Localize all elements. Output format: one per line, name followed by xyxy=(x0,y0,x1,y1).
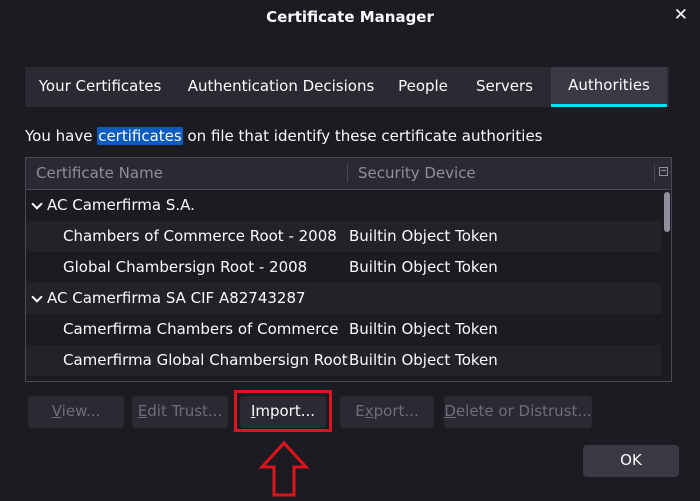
tree-row[interactable]: Chambers of Commerce Root - 2008 Builtin… xyxy=(26,221,661,252)
tree-row-group[interactable]: AC Camerfirma SA CIF A82743287 xyxy=(26,283,661,314)
column-divider xyxy=(654,164,655,182)
column-header-certificate-name[interactable]: Certificate Name xyxy=(36,164,163,182)
delete-or-distrust-button[interactable]: Delete or Distrust... xyxy=(444,396,592,428)
tab-servers[interactable]: Servers xyxy=(459,67,550,105)
export-accesskey: x xyxy=(364,402,374,420)
title-bar: Certificate Manager ✕ xyxy=(0,0,700,34)
description-highlight: certificates xyxy=(97,127,183,145)
view-accesskey: V xyxy=(51,402,62,420)
annotation-up-arrow-icon xyxy=(259,440,309,497)
certificate-name: Global Chambersign Root - 2008 xyxy=(63,258,308,276)
export-button[interactable]: Export... xyxy=(340,396,434,428)
column-picker-icon[interactable] xyxy=(659,167,668,176)
description-text: You have certificates on file that ident… xyxy=(25,127,543,145)
column-divider[interactable] xyxy=(347,164,348,182)
certificate-name: AC Camerfirma S.A. xyxy=(47,196,195,214)
security-device: Builtin Object Token xyxy=(349,320,498,338)
chevron-down-icon[interactable] xyxy=(31,198,43,210)
description-before: You have xyxy=(25,127,98,145)
description-after: on file that identify these certificate … xyxy=(182,127,543,145)
certificate-name: Camerfirma Global Chambersign Root xyxy=(63,351,348,369)
tree-header: Certificate Name Security Device xyxy=(26,158,671,190)
annotation-highlight-box xyxy=(234,390,332,432)
delete-accesskey: D xyxy=(444,402,456,420)
export-prefix: E xyxy=(355,402,365,420)
tab-authorities[interactable]: Authorities xyxy=(551,67,667,107)
tree-row[interactable]: Camerfirma Global Chambersign Root Built… xyxy=(26,345,661,376)
chevron-down-icon[interactable] xyxy=(31,291,43,303)
tree-row[interactable]: Camerfirma Chambers of Commerce Ro... Bu… xyxy=(26,314,661,345)
window-title: Certificate Manager xyxy=(266,8,434,26)
security-device: Builtin Object Token xyxy=(349,227,498,245)
tree-row[interactable]: Global Chambersign Root - 2008 Builtin O… xyxy=(26,252,661,283)
column-header-security-device[interactable]: Security Device xyxy=(358,164,476,182)
certificate-name: AC Camerfirma SA CIF A82743287 xyxy=(47,289,306,307)
delete-label: elete or Distrust... xyxy=(455,402,592,420)
close-icon[interactable]: ✕ xyxy=(674,5,688,25)
security-device: Builtin Object Token xyxy=(349,258,498,276)
view-label: iew... xyxy=(61,402,101,420)
certificate-name: Camerfirma Chambers of Commerce Ro... xyxy=(63,320,343,338)
edit-trust-button[interactable]: Edit Trust... xyxy=(132,396,228,428)
tab-bar: Your Certificates Authentication Decisio… xyxy=(25,67,669,107)
view-button[interactable]: View... xyxy=(28,396,124,428)
certificate-name: Chambers of Commerce Root - 2008 xyxy=(63,227,337,245)
tree-row-group[interactable]: AC Camerfirma S.A. xyxy=(26,190,661,221)
edit-trust-label: dit Trust... xyxy=(147,402,223,420)
tab-authentication-decisions[interactable]: Authentication Decisions xyxy=(175,67,387,105)
scrollbar-thumb[interactable] xyxy=(664,192,670,232)
vertical-scrollbar[interactable] xyxy=(662,190,671,381)
export-label: port... xyxy=(373,402,419,420)
tab-people[interactable]: People xyxy=(387,67,459,105)
tab-your-certificates[interactable]: Your Certificates xyxy=(25,67,175,105)
security-device: Builtin Object Token xyxy=(349,351,498,369)
ok-button[interactable]: OK xyxy=(583,445,679,477)
certificate-tree[interactable]: Certificate Name Security Device AC Came… xyxy=(25,157,672,382)
edit-trust-accesskey: E xyxy=(137,402,148,420)
